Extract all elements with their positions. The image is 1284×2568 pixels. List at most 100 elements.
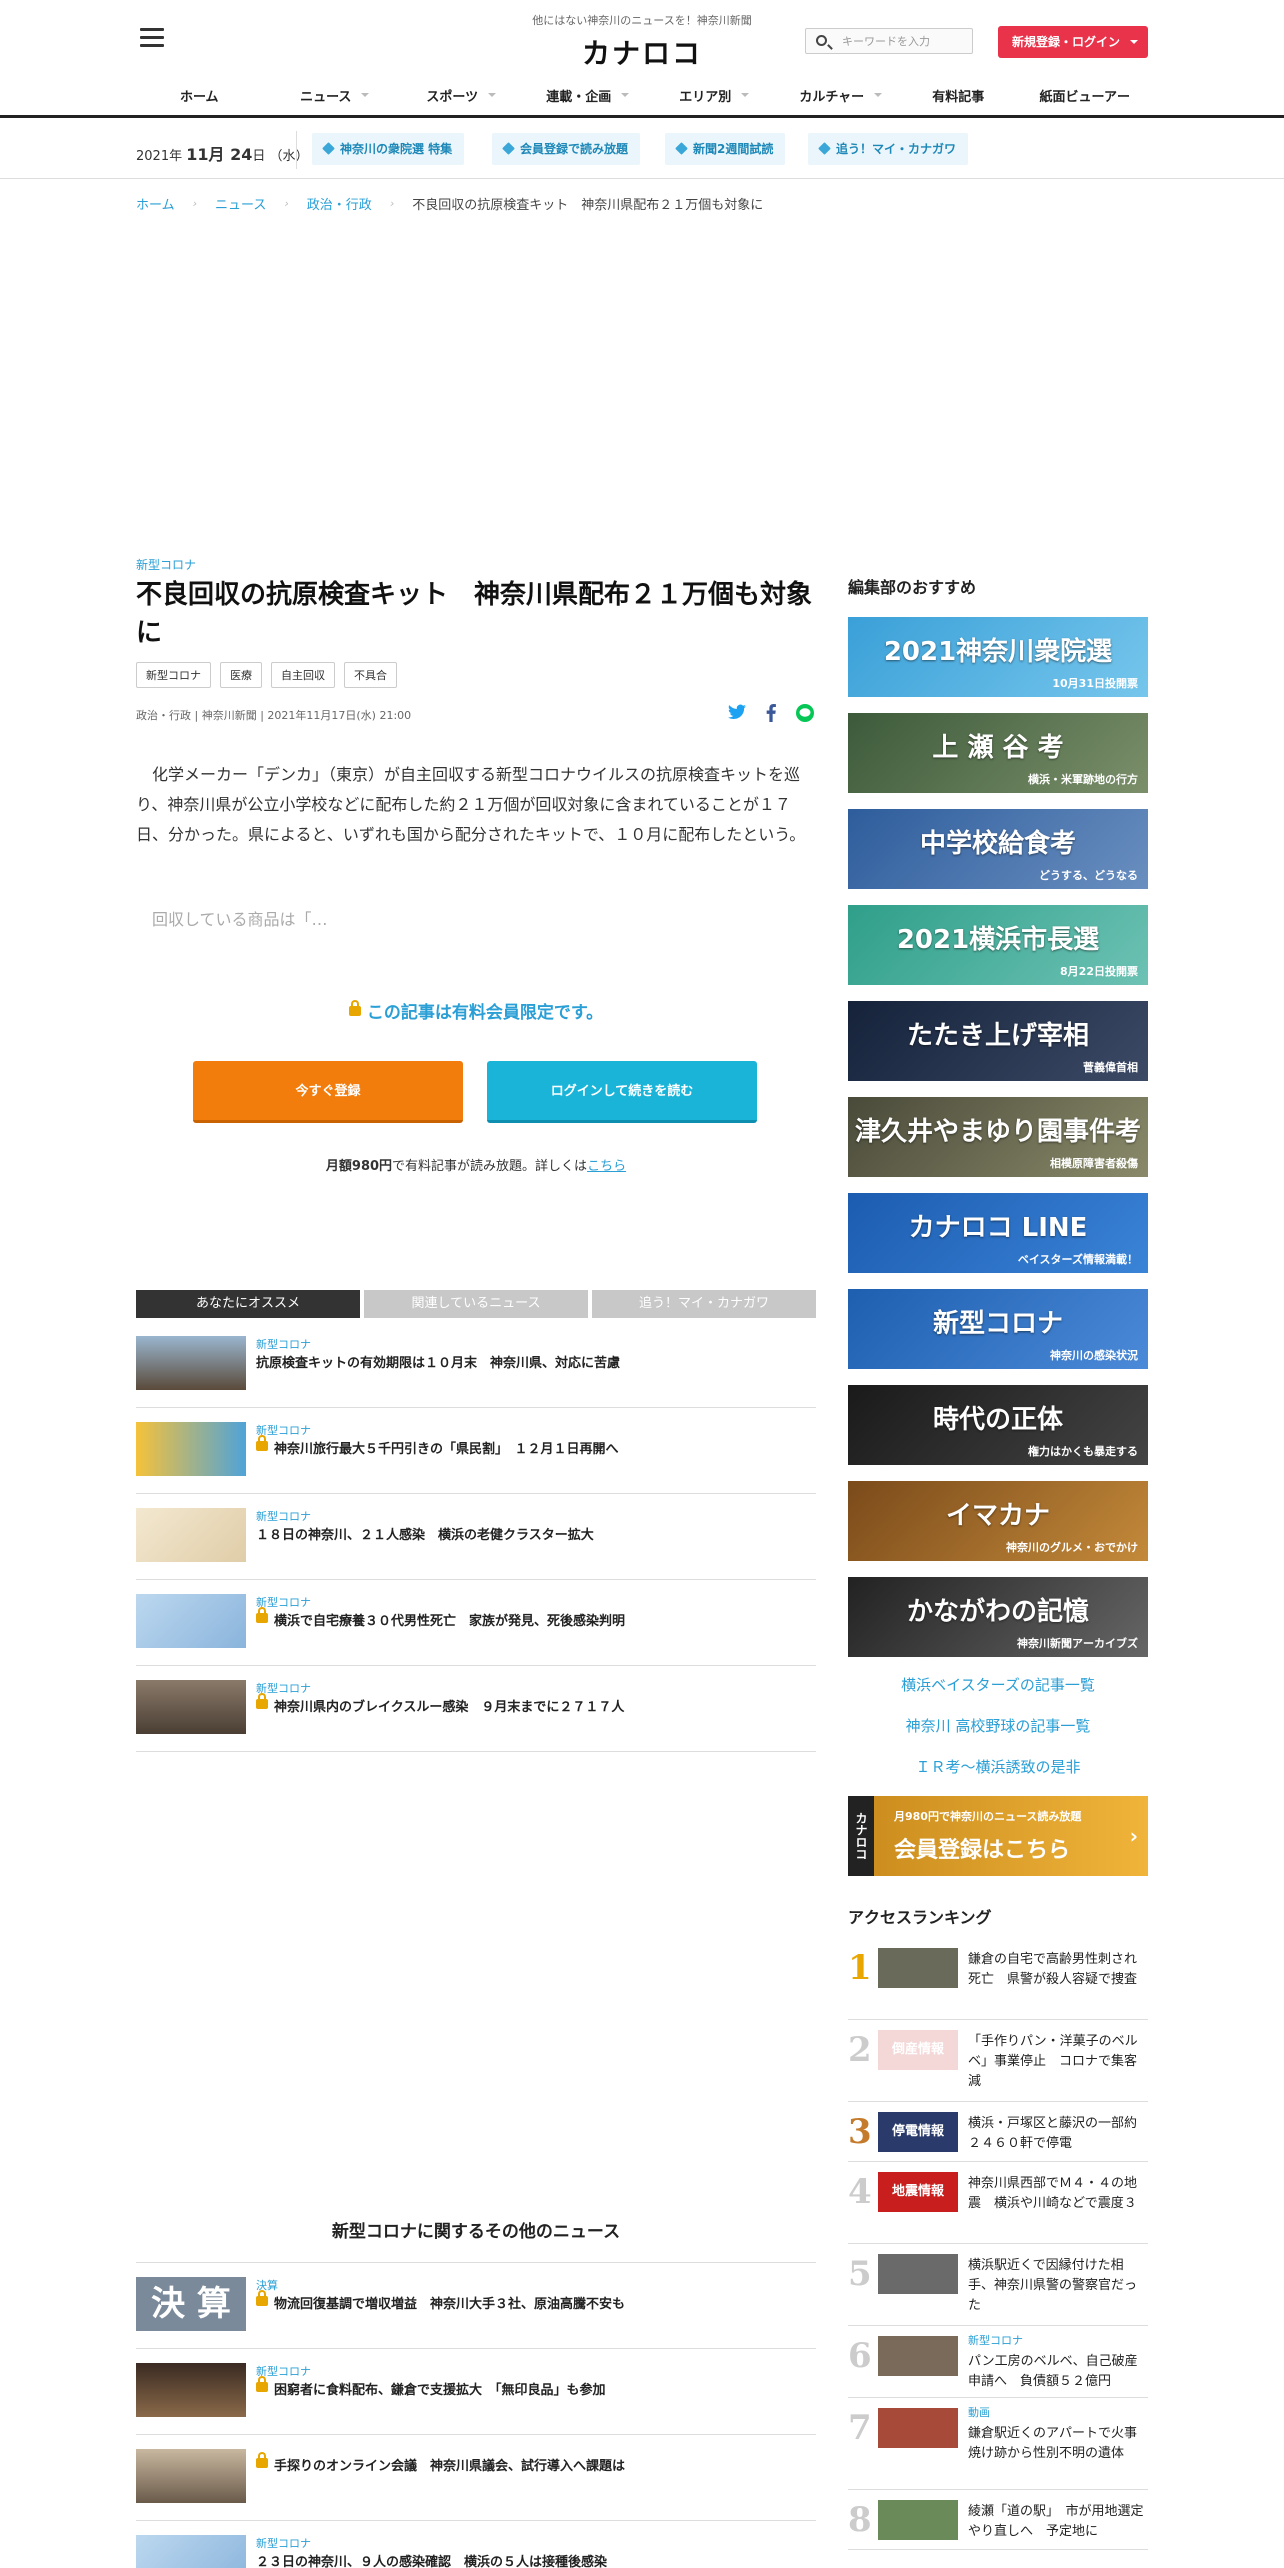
ranking-item[interactable]: 4 地震情報 神奈川県西部でＭ４・４の地震 横浜や川崎などで震度３	[848, 2162, 1148, 2244]
list-item[interactable]: 新型コロナ 横浜で自宅療養３０代男性死亡 家族が発見、死後感染判明	[136, 1580, 816, 1666]
thumbnail-image[interactable]: 停電情報	[878, 2112, 958, 2152]
ranking-item[interactable]: 7 動画 鎌倉駅近くのアパートで火事 焼け跡から性別不明の遺体	[848, 2398, 1150, 2490]
breadcrumb-news[interactable]: ニュース	[215, 194, 266, 213]
ranking-item[interactable]: 6 新型コロナ パン工房のベルベ、自己破産申請へ 負債額５２億円	[848, 2326, 1148, 2398]
item-title[interactable]: 神奈川県西部でＭ４・４の地震 横浜や川崎などで震度３	[968, 2174, 1146, 2214]
tag[interactable]: 自主回収	[271, 662, 335, 688]
item-category[interactable]: 新型コロナ	[256, 1336, 311, 1352]
thumbnail-image[interactable]: 倒産情報	[878, 2030, 958, 2070]
thumbnail-image[interactable]	[136, 2535, 246, 2568]
feature-banner[interactable]: カナロコ LINE ベイスターズ情報満載！	[848, 1193, 1148, 1273]
item-title[interactable]: 「手作りパン・洋菓子のベルベ」事業停止 コロナで集客減	[968, 2032, 1146, 2092]
line-icon[interactable]	[796, 704, 814, 722]
item-title[interactable]: 綾瀬「道の駅」 市が用地選定やり直しへ 予定地に	[968, 2502, 1146, 2542]
twitter-icon[interactable]	[728, 704, 746, 722]
item-category[interactable]: 新型コロナ	[968, 2332, 1023, 2348]
tag[interactable]: 不具合	[344, 662, 397, 688]
thumbnail-image[interactable]	[878, 1948, 958, 1988]
thumbnail-image[interactable]	[878, 2336, 958, 2376]
nav-home[interactable]: ホーム	[136, 86, 263, 105]
feature-banner[interactable]: イマカナ 神奈川のグルメ・おでかけ	[848, 1481, 1148, 1561]
list-item[interactable]: 新型コロナ 抗原検査キットの有効期限は１０月末 神奈川県、対応に苦慮	[136, 1322, 816, 1408]
details-link[interactable]: こちら	[587, 1159, 626, 1174]
thumbnail-image[interactable]: 決 算	[136, 2277, 246, 2331]
item-title[interactable]: 横浜駅近くで因縁付けた相手、神奈川県警の警察官だった	[968, 2256, 1146, 2316]
thumbnail-image[interactable]	[136, 1422, 246, 1476]
list-item[interactable]: 新型コロナ 神奈川県内のブレイクスルー感染 ９月末までに２７１７人	[136, 1666, 816, 1752]
ranking-item[interactable]: 1 鎌倉の自宅で高齢男性刺され死亡 県警が殺人容疑で捜査	[848, 1938, 1148, 2020]
item-title[interactable]: 手探りのオンライン会議 神奈川県議会、試行導入へ課題は	[256, 2452, 625, 2474]
ranking-item[interactable]: 2 倒産情報 「手作りパン・洋菓子のベルベ」事業停止 コロナで集客減	[848, 2020, 1148, 2102]
item-title[interactable]: パン工房のベルベ、自己破産申請へ 負債額５２億円	[968, 2352, 1146, 2392]
item-category[interactable]: 新型コロナ	[256, 1508, 311, 1524]
tag[interactable]: 医療	[220, 662, 262, 688]
pill-trial[interactable]: 新聞2週間試読	[665, 133, 786, 165]
feature-banner[interactable]: 時代の正体 権力はかくも暴走する	[848, 1385, 1148, 1465]
thumbnail-image[interactable]	[878, 2500, 958, 2540]
thumbnail-image[interactable]	[136, 1508, 246, 1562]
tab-recommend[interactable]: あなたにオススメ	[136, 1290, 360, 1318]
list-item[interactable]: 新型コロナ ２３日の神奈川、９人の感染確認 横浜の５人は接種後感染	[136, 2521, 816, 2568]
signup-login-button[interactable]: 新規登録・ログイン	[998, 26, 1148, 58]
feature-banner[interactable]: たたき上げ宰相 菅義偉首相	[848, 1001, 1148, 1081]
tab-related[interactable]: 関連しているニュース	[364, 1290, 588, 1318]
feature-banner[interactable]: かながわの記憶 神奈川新聞アーカイブズ	[848, 1577, 1148, 1657]
breadcrumb-politics[interactable]: 政治・行政	[307, 194, 372, 213]
breadcrumb-home[interactable]: ホーム	[136, 194, 175, 213]
pill-my-kanagawa[interactable]: 追う！マイ・カナガワ	[808, 133, 969, 165]
item-title[interactable]: 鎌倉の自宅で高齢男性刺され死亡 県警が殺人容疑で捜査	[968, 1950, 1146, 1990]
login-continue-button[interactable]: ログインして続きを読む	[487, 1061, 757, 1123]
thumbnail-image[interactable]: 地震情報	[878, 2172, 958, 2212]
search-icon[interactable]	[816, 35, 827, 46]
pill-election[interactable]: 神奈川の衆院選 特集	[312, 133, 465, 165]
item-title[interactable]: 神奈川旅行最大５千円引きの「県民割」 １２月１日再開へ	[256, 1435, 619, 1457]
item-title[interactable]: 困窮者に食料配布、鎌倉で支援拡大 「無印良品」も参加	[256, 2376, 606, 2398]
search-input[interactable]	[842, 33, 967, 49]
nav-viewer[interactable]: 紙面ビューアー	[1022, 86, 1149, 105]
item-category[interactable]: 新型コロナ	[256, 2535, 311, 2551]
thumbnail-image[interactable]	[136, 1680, 246, 1734]
sidebar-link[interactable]: 神奈川 高校野球の記事一覧	[848, 1715, 1148, 1736]
member-signup-banner[interactable]: カナロコ 月980円で神奈川のニュース読み放題 会員登録はこちら ›	[848, 1796, 1148, 1876]
list-item[interactable]: 決 算決算 物流回復基調で増収増益 神奈川大手３社、原油高騰不安も	[136, 2263, 816, 2349]
article-category[interactable]: 新型コロナ	[136, 556, 196, 573]
feature-banner[interactable]: 2021神奈川衆院選 10月31日投開票	[848, 617, 1148, 697]
sidebar-link[interactable]: 横浜ベイスターズの記事一覧	[848, 1674, 1148, 1695]
item-category[interactable]: 動画	[968, 2404, 990, 2420]
ranking-item[interactable]: 5 横浜駅近くで因縁付けた相手、神奈川県警の警察官だった	[848, 2244, 1148, 2326]
register-now-button[interactable]: 今すぐ登録	[193, 1061, 463, 1123]
feature-banner[interactable]: 新型コロナ 神奈川の感染状況	[848, 1289, 1148, 1369]
thumbnail-image[interactable]	[136, 1336, 246, 1390]
list-item[interactable]: 新型コロナ 神奈川旅行最大５千円引きの「県民割」 １２月１日再開へ	[136, 1408, 816, 1494]
thumbnail-image[interactable]	[136, 2449, 246, 2503]
nav-paid[interactable]: 有料記事	[895, 86, 1022, 105]
nav-news[interactable]: ニュース	[263, 86, 390, 105]
tag[interactable]: 新型コロナ	[136, 662, 211, 688]
item-title[interactable]: 物流回復基調で増収増益 神奈川大手３社、原油高騰不安も	[256, 2290, 625, 2312]
sidebar-link[interactable]: ＩＲ考～横浜誘致の是非	[848, 1756, 1148, 1777]
list-item[interactable]: 新型コロナ 困窮者に食料配布、鎌倉で支援拡大 「無印良品」も参加	[136, 2349, 816, 2435]
list-item[interactable]: 新型コロナ １８日の神奈川、２１人感染 横浜の老健クラスター拡大	[136, 1494, 816, 1580]
pill-member[interactable]: 会員登録で読み放題	[492, 133, 641, 165]
item-title[interactable]: 鎌倉駅近くのアパートで火事 焼け跡から性別不明の遺体	[968, 2424, 1150, 2464]
feature-banner[interactable]: 津久井やまゆり園事件考 相模原障害者殺傷	[848, 1097, 1148, 1177]
item-title[interactable]: １８日の神奈川、２１人感染 横浜の老健クラスター拡大	[256, 1524, 594, 1543]
thumbnail-image[interactable]	[136, 2363, 246, 2417]
feature-banner[interactable]: 上 瀬 谷 考横浜・米軍跡地の行方	[848, 713, 1148, 793]
item-title[interactable]: 横浜・戸塚区と藤沢の一部約２４６０軒で停電	[968, 2114, 1146, 2154]
thumbnail-image[interactable]	[136, 1594, 246, 1648]
ranking-item[interactable]: 3 停電情報 横浜・戸塚区と藤沢の一部約２４６０軒で停電	[848, 2102, 1148, 2162]
thumbnail-image[interactable]	[878, 2408, 958, 2448]
tab-my-kanagawa[interactable]: 追う！マイ・カナガワ	[592, 1290, 816, 1318]
ranking-item[interactable]: 8 綾瀬「道の駅」 市が用地選定やり直しへ 予定地に	[848, 2490, 1148, 2550]
facebook-icon[interactable]	[762, 704, 780, 722]
feature-banner[interactable]: 中学校給食考 どうする、どうなる	[848, 809, 1148, 889]
list-item[interactable]: 手探りのオンライン会議 神奈川県議会、試行導入へ課題は	[136, 2435, 816, 2521]
nav-area[interactable]: エリア別	[642, 86, 769, 105]
item-title[interactable]: 神奈川県内のブレイクスルー感染 ９月末までに２７１７人	[256, 1693, 624, 1715]
thumbnail-image[interactable]	[878, 2254, 958, 2294]
search-box[interactable]	[805, 28, 973, 54]
item-title[interactable]: 横浜で自宅療養３０代男性死亡 家族が発見、死後感染判明	[256, 1607, 625, 1629]
nav-culture[interactable]: カルチャー	[769, 86, 896, 105]
nav-series[interactable]: 連載・企画	[516, 86, 643, 105]
